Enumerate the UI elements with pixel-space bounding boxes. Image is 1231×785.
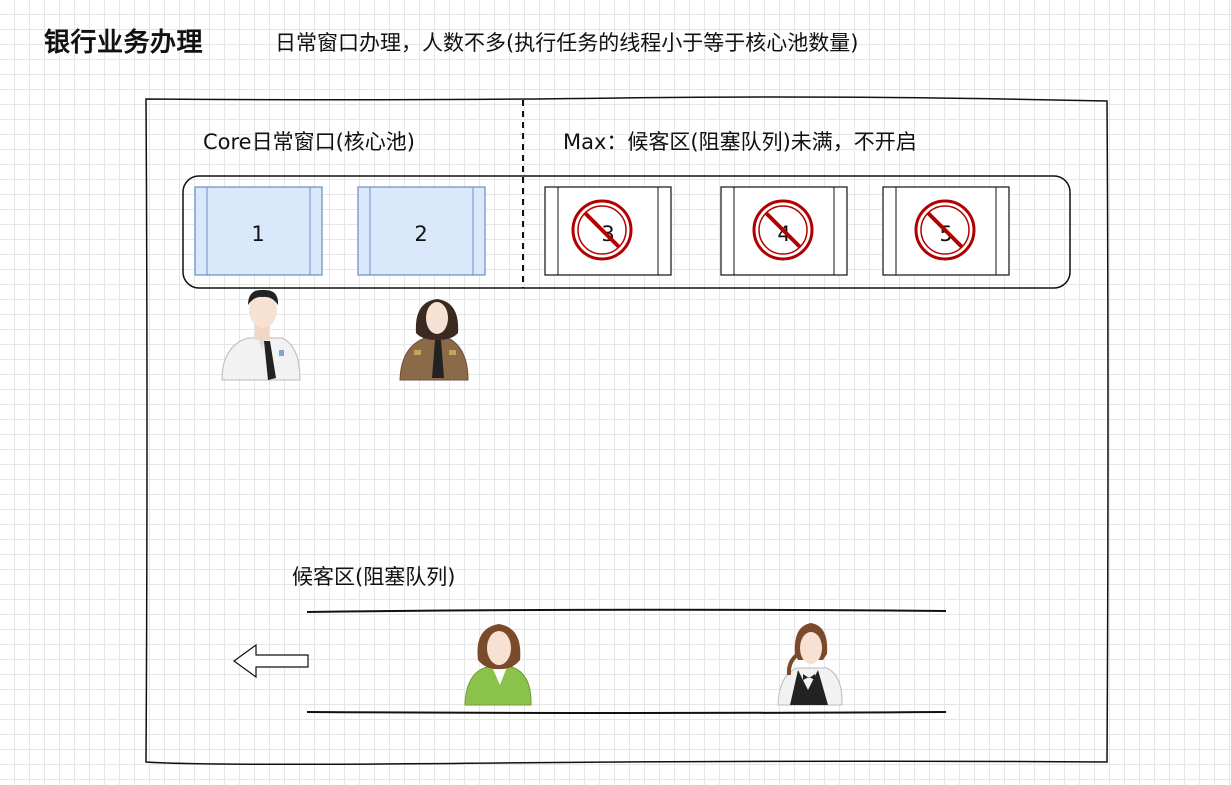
female-waiter-icon (777, 623, 843, 706)
core-window-2-number: 2 (414, 222, 427, 246)
left-arrow-icon (232, 643, 309, 679)
core-window-1-number: 1 (251, 222, 264, 246)
max-section-label: Max：候客区(阻塞队列)未满，不开启 (563, 130, 917, 154)
max-window-4: 4 (720, 186, 848, 276)
queue-bottom-line (306, 711, 947, 714)
max-window-5: 5 (882, 186, 1010, 276)
female-officer-icon (399, 299, 469, 381)
male-teller-icon (221, 289, 301, 381)
core-window-1: 1 (194, 186, 323, 276)
max-window-3: 3 (544, 186, 672, 276)
female-customer-green-icon (464, 624, 532, 706)
queue-top-line (306, 608, 947, 613)
queue-label: 候客区(阻塞队列) (292, 565, 455, 589)
core-window-2: 2 (357, 186, 486, 276)
core-section-label: Core日常窗口(核心池) (203, 130, 415, 154)
diagram-canvas: Core日常窗口(核心池) Max：候客区(阻塞队列)未满，不开启 1 2 3 … (145, 96, 1109, 766)
